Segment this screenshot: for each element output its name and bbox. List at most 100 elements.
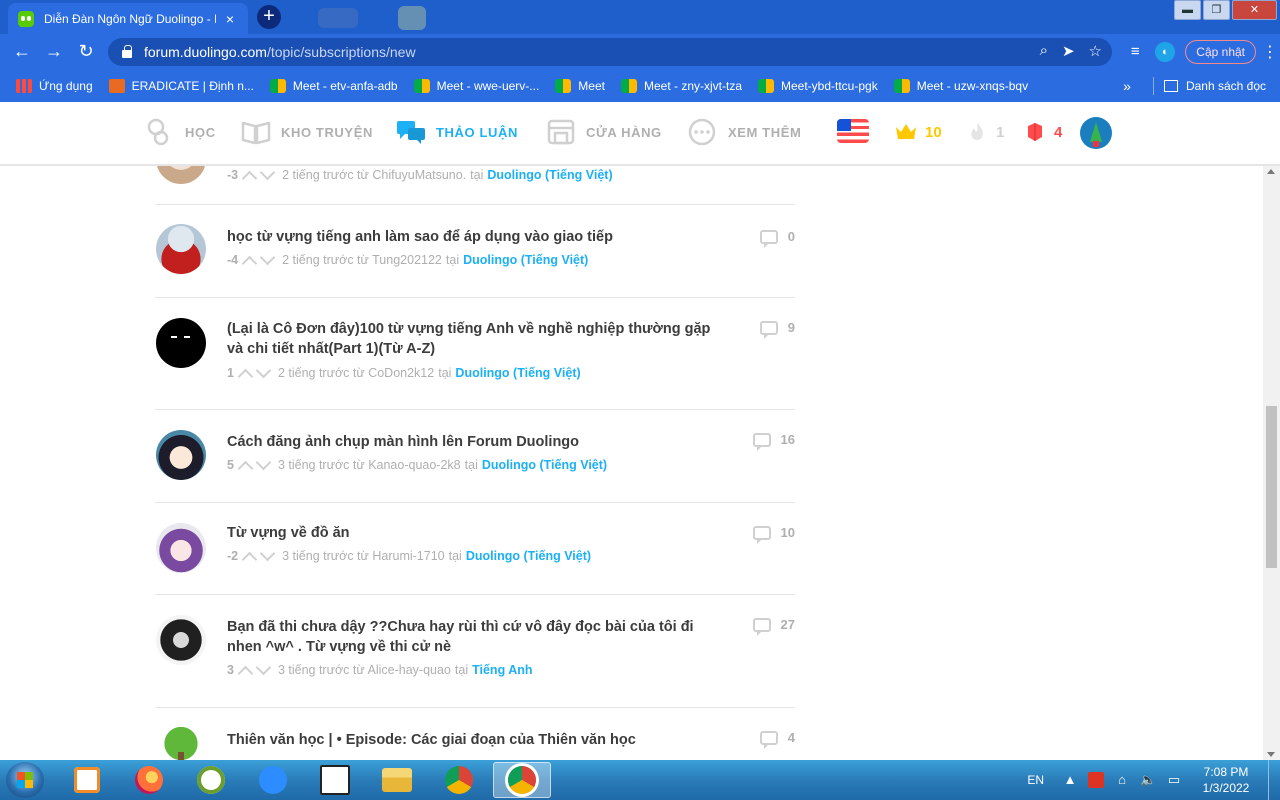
star-bookmark-icon[interactable]: ☆ (1089, 42, 1102, 60)
downvote-icon[interactable] (260, 170, 275, 180)
bookmark-apps[interactable]: Ứng dụng (16, 79, 93, 93)
nav-discuss[interactable]: THẢO LUẬN (396, 118, 518, 146)
minimize-button[interactable]: ▬ (1174, 0, 1201, 20)
upvote-icon[interactable] (242, 551, 257, 561)
usb-icon[interactable]: ⌂ (1114, 772, 1130, 788)
upvote-icon[interactable] (242, 170, 257, 180)
bookmark-meet-6[interactable]: Meet - uzw-xnqs-bqv (893, 79, 1028, 93)
back-button[interactable]: ← (10, 40, 34, 64)
bookmark-meet-5[interactable]: Meet-ybd-ttcu-pgk (758, 79, 878, 93)
topic-title[interactable]: Thiên văn học | • Episode: Các giai đoạn… (227, 730, 717, 750)
topic-time-author: 2 tiếng trước từ Tung202122 (282, 253, 442, 267)
bookmark-eradicate[interactable]: ERADICATE | Định n... (108, 79, 254, 93)
topic-row[interactable]: Cách đăng ảnh chụp màn hình lên Forum Du… (155, 410, 795, 503)
bookmark-meet-1[interactable]: Meet - etv-anfa-adb (269, 79, 398, 93)
forum-link[interactable]: Duolingo (Tiếng Việt) (466, 549, 591, 563)
avatar[interactable] (156, 523, 206, 573)
topic-row[interactable]: Bạn đã thi chưa dậy ??Chưa hay rùi thì c… (155, 595, 795, 708)
nav-learn[interactable]: HỌC (145, 118, 216, 146)
crowns-counter[interactable]: 10 (895, 122, 942, 142)
topic-at: tại (445, 253, 460, 267)
upvote-icon[interactable] (238, 460, 253, 470)
topic-title[interactable]: Bạn đã thi chưa dậy ??Chưa hay rùi thì c… (227, 617, 717, 657)
scrollbar-thumb[interactable] (1266, 406, 1277, 568)
network-icon[interactable]: ▭ (1166, 772, 1182, 788)
downvote-icon[interactable] (256, 665, 271, 675)
upvote-icon[interactable] (238, 368, 253, 378)
zoom-icon[interactable] (244, 762, 302, 798)
topic-row[interactable]: học từ vựng tiếng anh làm sao để áp dụng… (155, 205, 795, 298)
streak-counter[interactable]: 1 (966, 122, 1004, 142)
topic-row[interactable]: (Lại là Cô Đơn đây)100 từ vựng tiếng Anh… (155, 298, 795, 410)
nav-stories[interactable]: KHO TRUYỆN (241, 118, 373, 146)
extension-icon[interactable]: ◐ (1155, 42, 1176, 62)
tab-close-icon[interactable]: × (222, 11, 238, 27)
tray-expand-icon[interactable]: ▲ (1062, 772, 1078, 788)
media-control-icon[interactable]: ≡ (1125, 42, 1145, 62)
topic-title[interactable]: Cách đăng ảnh chụp màn hình lên Forum Du… (227, 432, 717, 452)
chrome-icon[interactable] (430, 762, 488, 798)
browser-tab-duolingo[interactable]: Diễn Đàn Ngôn Ngữ Duolingo - D × (8, 3, 248, 34)
forum-link[interactable]: Tiếng Anh (472, 663, 532, 677)
avatar[interactable] (156, 166, 206, 184)
comment-count: 9 (759, 320, 795, 339)
topic-title[interactable]: Từ vựng về đồ ăn (227, 523, 717, 543)
topic-title[interactable]: (Lại là Cô Đơn đây)100 từ vựng tiếng Anh… (227, 319, 717, 359)
downvote-icon[interactable] (260, 255, 275, 265)
antivirus-icon[interactable] (1088, 772, 1104, 788)
gems-counter[interactable]: 4 (1024, 122, 1062, 142)
start-button[interactable] (6, 762, 44, 798)
forum-link[interactable]: Duolingo (Tiếng Việt) (455, 366, 580, 380)
media-player-icon[interactable] (58, 762, 116, 798)
topic-title[interactable]: học từ vựng tiếng anh làm sao để áp dụng… (227, 227, 717, 247)
upvote-icon[interactable] (238, 665, 253, 675)
bookmark-meet-4[interactable]: Meet - zny-xjvt-tza (620, 79, 742, 93)
reload-button[interactable]: ↻ (74, 40, 98, 64)
volume-icon[interactable]: 🔈 (1140, 772, 1156, 788)
maximize-button[interactable]: ❐ (1203, 0, 1230, 20)
upvote-icon[interactable] (242, 255, 257, 265)
forward-button[interactable]: → (42, 40, 66, 64)
scroll-down-arrow-icon[interactable] (1267, 752, 1275, 757)
chrome-active-icon[interactable] (493, 762, 551, 798)
profile-avatar[interactable] (1080, 117, 1112, 149)
bookmark-meet-2[interactable]: Meet - wwe-uerv-... (413, 79, 539, 93)
topic-row[interactable]: Thiên văn học | • Episode: Các giai đoạn… (155, 708, 795, 760)
avatar[interactable] (156, 224, 206, 274)
us-flag-icon[interactable] (837, 119, 869, 143)
zoom-search-icon[interactable]: ⌕ (1040, 42, 1048, 60)
language-indicator[interactable]: EN (1027, 773, 1044, 787)
scroll-up-arrow-icon[interactable] (1267, 169, 1275, 174)
downvote-icon[interactable] (260, 551, 275, 561)
nav-more[interactable]: XEM THÊM (688, 118, 801, 146)
topic-row[interactable]: Từ vựng về đồ ăn -2 3 tiếng trước từ Har… (155, 503, 795, 595)
avatar[interactable] (156, 615, 206, 665)
downvote-icon[interactable] (256, 368, 271, 378)
forum-link[interactable]: Duolingo (Tiếng Việt) (482, 458, 607, 472)
bookmark-meet-3[interactable]: Meet (555, 79, 605, 93)
downvote-icon[interactable] (256, 460, 271, 470)
topic-time-author: 2 tiếng trước từ ChifuyuMatsuno. (282, 168, 467, 182)
avatar[interactable] (156, 726, 206, 760)
nav-shop[interactable]: CỬA HÀNG (546, 118, 662, 146)
close-window-button[interactable]: ✕ (1232, 0, 1277, 20)
avatar[interactable] (156, 430, 206, 480)
topic-row[interactable]: -3 2 tiếng trước từ ChifuyuMatsuno. tại … (155, 166, 795, 205)
vertical-scrollbar[interactable] (1263, 166, 1280, 760)
update-button[interactable]: Cập nhật (1185, 40, 1256, 64)
avatar[interactable] (156, 318, 206, 368)
clock[interactable]: 7:08 PM 1/3/2022 (1192, 764, 1260, 796)
pctex-icon[interactable] (306, 762, 364, 798)
forum-link[interactable]: Duolingo (Tiếng Việt) (487, 168, 612, 182)
forum-link[interactable]: Duolingo (Tiếng Việt) (463, 253, 588, 267)
send-icon[interactable]: ➤ (1062, 42, 1075, 60)
bookmarks-overflow-button[interactable]: » (1123, 78, 1131, 94)
address-bar[interactable]: forum.duolingo.com/topic/subscriptions/n… (108, 38, 1112, 66)
file-explorer-icon[interactable] (368, 762, 426, 798)
show-desktop-button[interactable] (1268, 760, 1280, 800)
menu-kebab-icon[interactable]: ⋮ (1260, 42, 1280, 62)
firefox-icon[interactable] (120, 762, 178, 798)
new-tab-button[interactable]: + (257, 5, 281, 29)
geogebra-icon[interactable] (182, 762, 240, 798)
reading-list-button[interactable]: Danh sách đọc (1186, 79, 1266, 93)
